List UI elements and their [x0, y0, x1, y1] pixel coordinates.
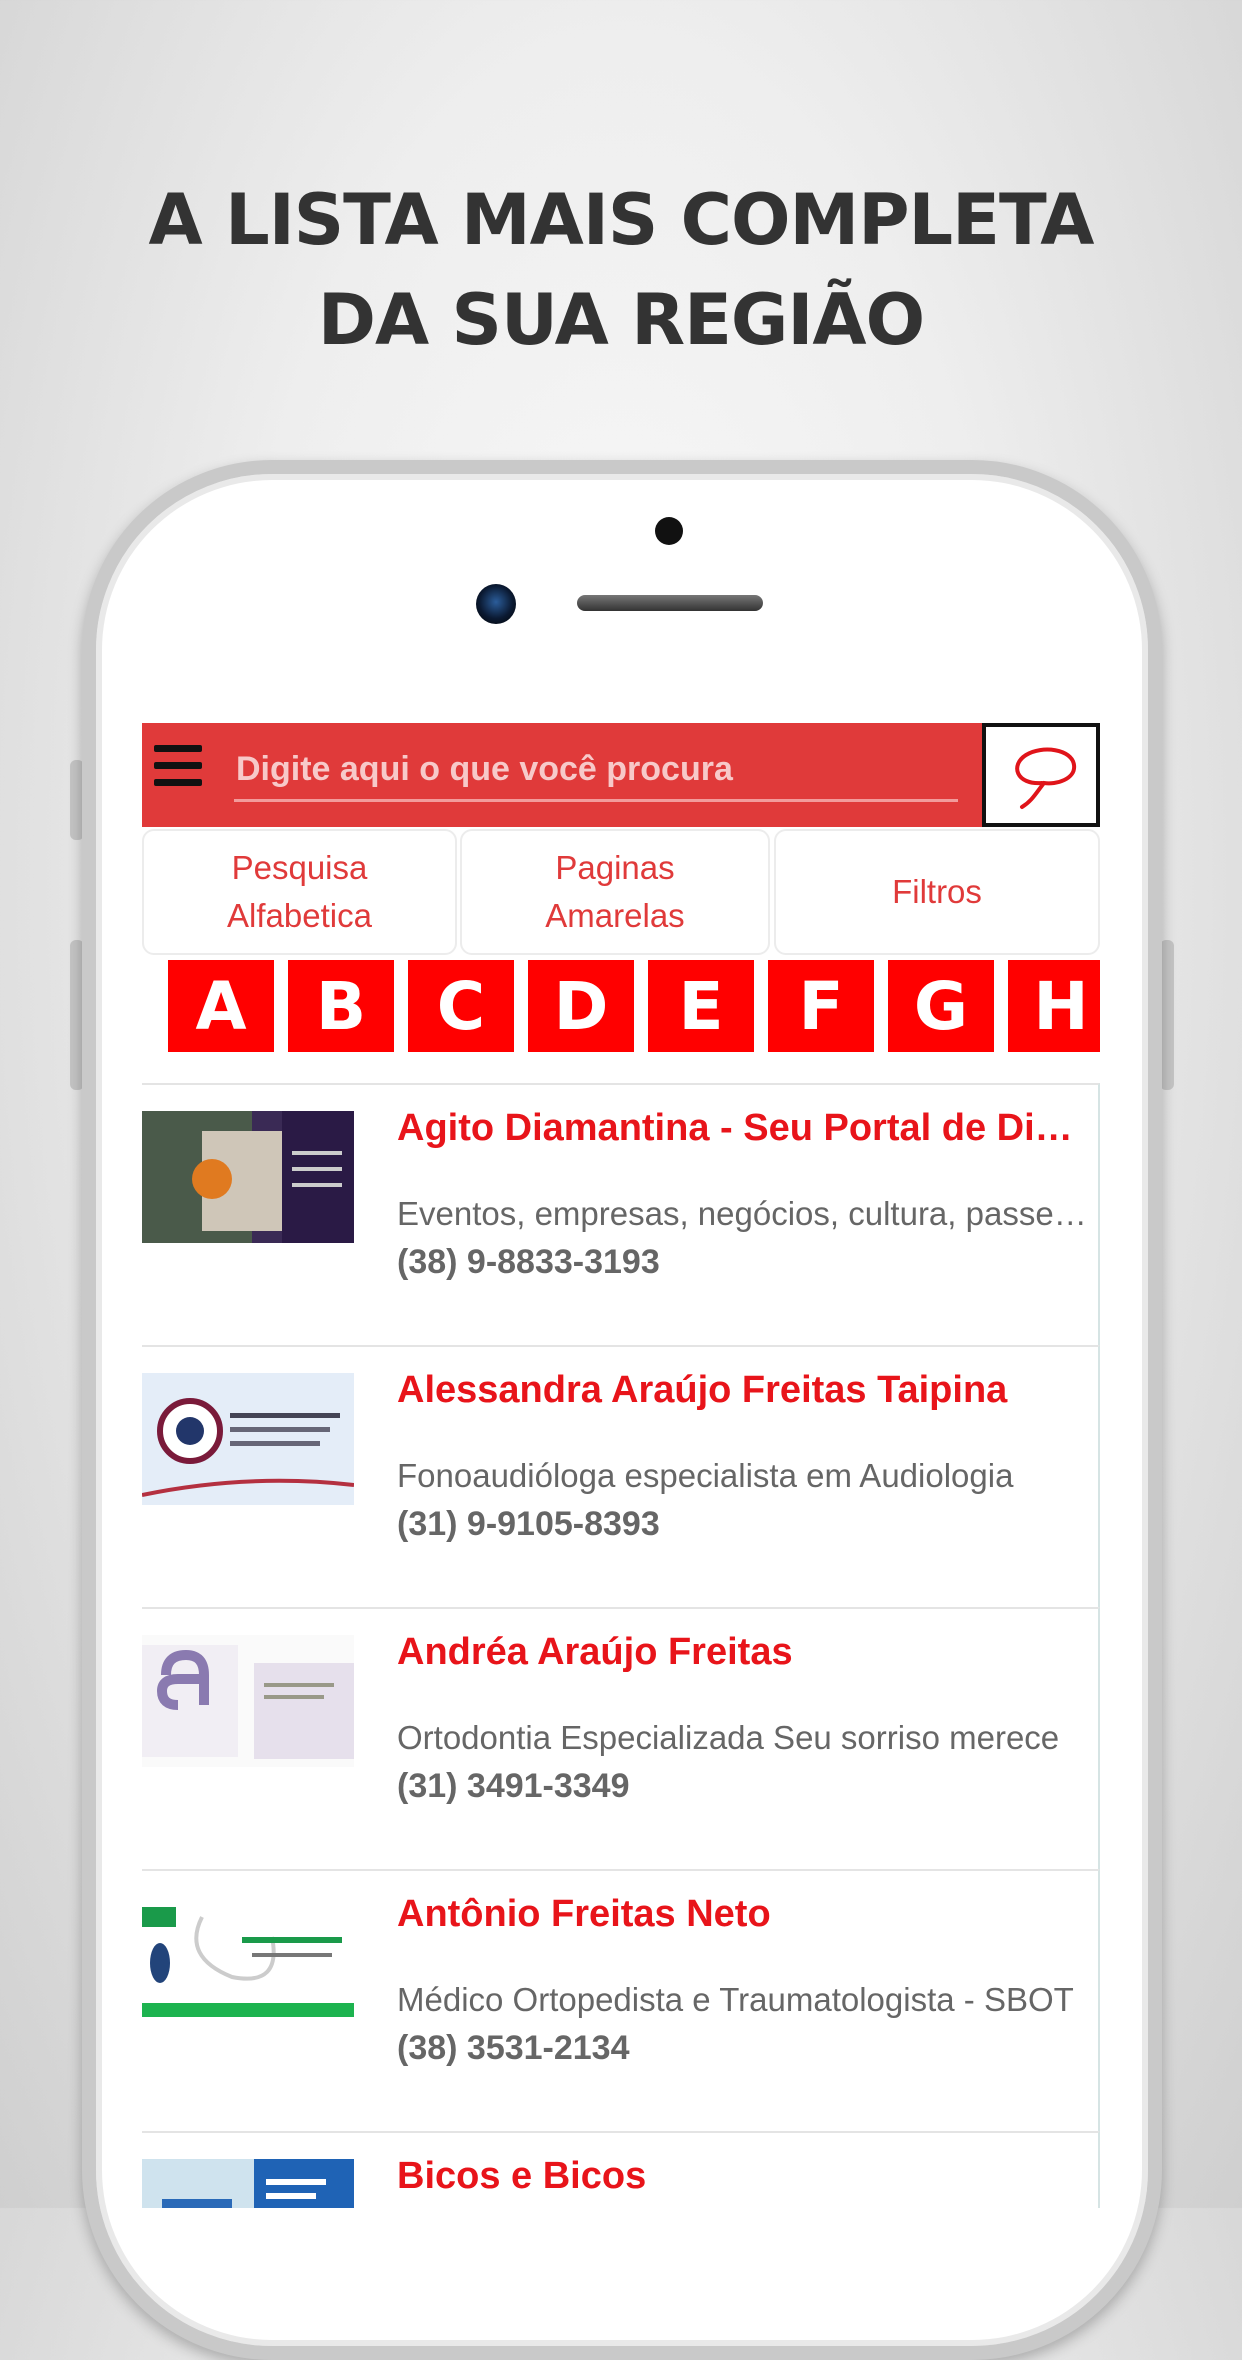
listing-phone[interactable]: (31) 3491-3349 — [397, 1767, 630, 1806]
listing-title: Bicos e Bicos — [397, 2155, 647, 2197]
listing-row[interactable]: Bicos e Bicos — [142, 2131, 1100, 2208]
headline-line-1: A LISTA MAIS COMPLETA — [148, 179, 1095, 261]
letter-button-b[interactable]: B — [288, 960, 394, 1052]
tab-label: Amarelas — [545, 897, 685, 934]
listing-row[interactable]: Antônio Freitas Neto Médico Ortopedista … — [142, 1869, 1100, 2131]
search-button[interactable] — [982, 723, 1100, 827]
app-screen: Pesquisa Alfabetica Paginas Amarelas Fil… — [142, 723, 1100, 2208]
search-input[interactable] — [234, 739, 958, 802]
tab-filtros[interactable]: Filtros — [774, 829, 1100, 955]
listing-title: Agito Diamantina - Seu Portal de Diamant… — [397, 1107, 1087, 1149]
headline: A LISTA MAIS COMPLETA DA SUA REGIÃO — [0, 170, 1242, 370]
listing-title: Antônio Freitas Neto — [397, 1893, 771, 1935]
letter-button-c[interactable]: C — [408, 960, 514, 1052]
listing-thumbnail — [142, 1897, 354, 2029]
earpiece-speaker — [577, 595, 763, 611]
letter-button-e[interactable]: E — [648, 960, 754, 1052]
headline-line-2: DA SUA REGIÃO — [317, 279, 925, 361]
tab-label: Filtros — [892, 873, 982, 910]
tab-paginas-amarelas[interactable]: Paginas Amarelas — [460, 829, 770, 955]
listing-phone[interactable]: (38) 9-8833-3193 — [397, 1243, 660, 1282]
tab-bar: Pesquisa Alfabetica Paginas Amarelas Fil… — [142, 829, 1100, 957]
hamburger-menu-icon[interactable] — [154, 745, 202, 793]
listing-description: Fonoaudióloga especialista em Audiologia — [397, 1457, 1014, 1494]
letter-button-a[interactable]: A — [168, 960, 274, 1052]
top-bar — [142, 723, 1100, 827]
listing-thumbnail — [142, 2159, 354, 2208]
letter-button-h[interactable]: H — [1008, 960, 1100, 1052]
listing-title: Andréa Araújo Freitas — [397, 1631, 793, 1673]
lasso-icon — [1015, 747, 1077, 809]
letter-button-d[interactable]: D — [528, 960, 634, 1052]
tab-pesquisa-alfabetica[interactable]: Pesquisa Alfabetica — [142, 829, 457, 955]
tab-label: Pesquisa — [231, 849, 368, 886]
front-camera — [476, 584, 516, 624]
listing-phone[interactable]: (38) 3531-2134 — [397, 2029, 630, 2068]
listing-thumbnail — [142, 1373, 354, 1505]
letter-button-g[interactable]: G — [888, 960, 994, 1052]
listing-row[interactable]: Agito Diamantina - Seu Portal de Diamant… — [142, 1083, 1100, 1345]
phone-volume-down-button — [1160, 940, 1174, 1090]
listing-thumbnail — [142, 1635, 354, 1767]
proximity-sensor — [655, 517, 683, 545]
listing-title: Alessandra Araújo Freitas Taipina — [397, 1369, 1008, 1411]
listing-description: Ortodontia Especializada Seu sorriso mer… — [397, 1719, 1060, 1756]
listing-description: Médico Ortopedista e Traumatologista - S… — [397, 1981, 1074, 2018]
letter-button-f[interactable]: F — [768, 960, 874, 1052]
tab-label: Alfabetica — [227, 897, 372, 934]
alphabet-bar: A B C D E F G H — [142, 960, 1100, 1056]
listing-thumbnail — [142, 1111, 354, 1243]
listing-row[interactable]: Alessandra Araújo Freitas Taipina Fonoau… — [142, 1345, 1100, 1607]
listing-description: Eventos, empresas, negócios, cultura, pa… — [397, 1195, 1087, 1232]
tab-label: Paginas — [555, 849, 675, 886]
listing-row[interactable]: Andréa Araújo Freitas Ortodontia Especia… — [142, 1607, 1100, 1869]
listing-phone[interactable]: (31) 9-9105-8393 — [397, 1505, 660, 1544]
